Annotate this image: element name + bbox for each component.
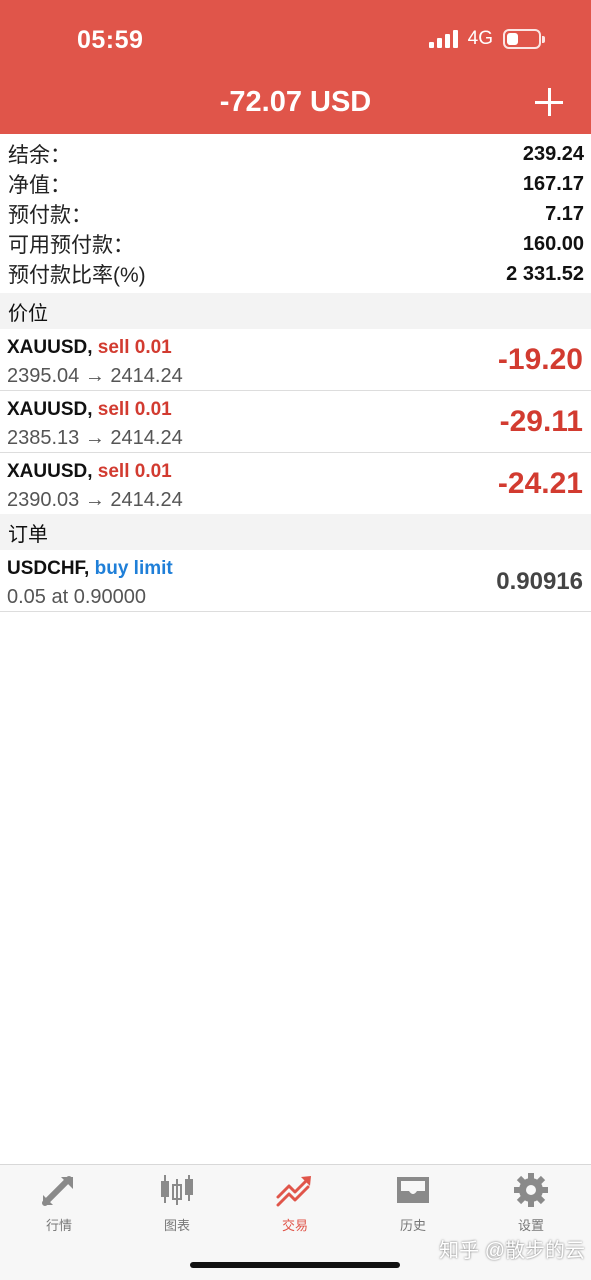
summary-label: 预付款比率(%) <box>8 264 146 287</box>
order-detail: 0.05 at 0.90000 <box>7 586 147 608</box>
position-profit: -19.20 <box>497 343 583 376</box>
tab-charts[interactable]: 图表 <box>118 1173 236 1243</box>
order-side: buy limit <box>94 558 173 579</box>
summary-value: 167.17 <box>522 172 584 195</box>
position-row[interactable]: XAUUSD, sell 0.01 2385.13 → 2414.24 -29.… <box>0 391 591 453</box>
position-row[interactable]: XAUUSD, sell 0.01 2395.04 → 2414.24 -19.… <box>0 329 591 391</box>
position-title: XAUUSD, sell 0.01 <box>7 461 172 483</box>
watermark: 知乎 @散步的云 <box>439 1240 585 1262</box>
summary-row-margin-level: 预付款比率(%) 2 331.52 <box>0 259 591 289</box>
plus-icon[interactable] <box>535 88 563 116</box>
tab-label: 历史 <box>399 1218 426 1233</box>
summary-label: 可用预付款： <box>8 234 134 257</box>
tab-label: 交易 <box>281 1218 308 1233</box>
position-side: sell 0.01 <box>97 337 172 358</box>
account-profit-title: -72.07 USD <box>219 86 372 118</box>
summary-row-margin: 预付款： 7.17 <box>0 199 591 229</box>
position-profit: -24.21 <box>497 467 583 500</box>
summary-value: 160.00 <box>522 232 584 255</box>
app-header: 05:59 4G -72.07 USD <box>0 0 591 134</box>
trade-trend-icon <box>276 1176 311 1207</box>
network-type: 4G <box>467 28 493 49</box>
status-indicators: 4G <box>428 28 545 50</box>
battery-icon <box>503 29 545 49</box>
position-symbol: XAUUSD, <box>7 399 93 420</box>
account-summary: 结余： 239.24 净值： 167.17 预付款： 7.17 可用预付款： 1… <box>0 139 591 289</box>
summary-value: 2 331.52 <box>506 262 584 285</box>
position-prices: 2390.03 → 2414.24 <box>7 489 183 511</box>
status-time: 05:59 <box>77 26 144 54</box>
gear-icon <box>514 1173 548 1207</box>
quotes-arrows-icon <box>42 1176 73 1206</box>
position-profit: -29.11 <box>499 405 583 438</box>
tab-history[interactable]: 历史 <box>354 1173 472 1243</box>
history-inbox-icon <box>397 1177 429 1203</box>
tab-label: 设置 <box>517 1218 544 1233</box>
tab-quotes[interactable]: 行情 <box>0 1173 118 1243</box>
order-row[interactable]: USDCHF, buy limit 0.05 at 0.90000 0.9091… <box>0 550 591 612</box>
candlestick-chart-icon <box>161 1175 193 1205</box>
position-side: sell 0.01 <box>97 461 172 482</box>
positions-section-header: 价位 <box>0 293 591 329</box>
position-symbol: XAUUSD, <box>7 461 93 482</box>
position-row[interactable]: XAUUSD, sell 0.01 2390.03 → 2414.24 -24.… <box>0 453 591 515</box>
summary-row-free-margin: 可用预付款： 160.00 <box>0 229 591 259</box>
summary-row-equity: 净值： 167.17 <box>0 169 591 199</box>
summary-label: 净值： <box>8 174 71 197</box>
summary-value: 7.17 <box>545 202 584 225</box>
summary-label: 预付款： <box>8 204 92 227</box>
tab-settings[interactable]: 设置 <box>472 1173 590 1243</box>
tab-label: 行情 <box>45 1218 72 1233</box>
orders-section-header: 订单 <box>0 514 591 550</box>
position-symbol: XAUUSD, <box>7 337 93 358</box>
order-symbol: USDCHF, <box>7 558 90 579</box>
summary-label: 结余： <box>8 144 71 167</box>
tab-trade[interactable]: 交易 <box>236 1173 354 1243</box>
position-prices: 2385.13 → 2414.24 <box>7 427 183 449</box>
order-title: USDCHF, buy limit <box>7 558 173 580</box>
tab-label: 图表 <box>163 1218 190 1233</box>
home-indicator[interactable] <box>190 1262 400 1268</box>
position-side: sell 0.01 <box>97 399 172 420</box>
summary-value: 239.24 <box>522 142 584 165</box>
position-title: XAUUSD, sell 0.01 <box>7 337 172 359</box>
signal-icon <box>428 30 458 48</box>
order-current-price: 0.90916 <box>496 568 583 595</box>
position-title: XAUUSD, sell 0.01 <box>7 399 172 421</box>
summary-row-balance: 结余： 239.24 <box>0 139 591 169</box>
position-prices: 2395.04 → 2414.24 <box>7 365 183 387</box>
